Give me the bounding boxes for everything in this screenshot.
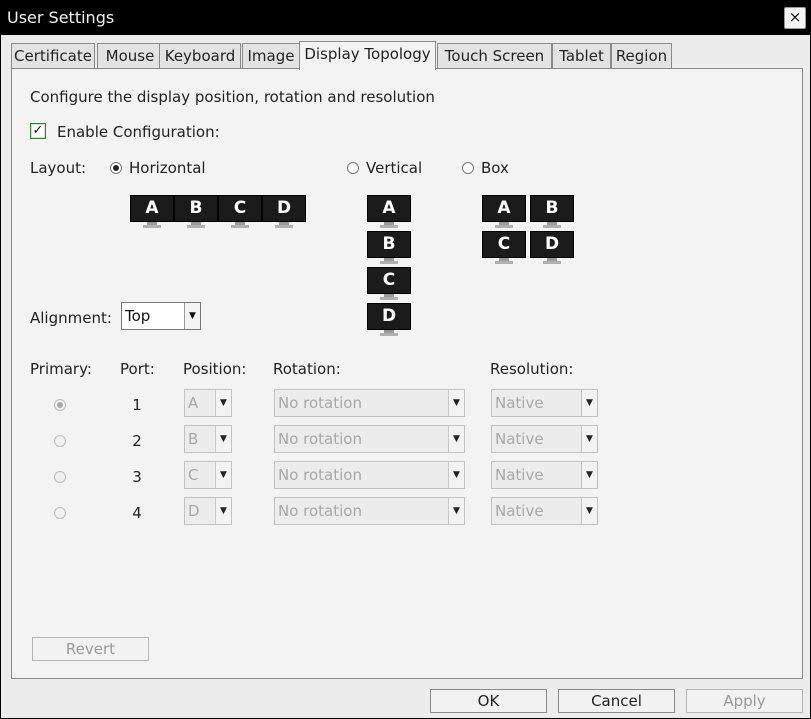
resolution-dropdown-port-3[interactable]: Native ▼ — [491, 461, 598, 489]
user-settings-window: User Settings × Certificate Mouse Keyboa… — [0, 0, 811, 719]
window-title: User Settings — [7, 8, 115, 27]
monitor-icon: A — [367, 195, 411, 229]
tab-certificate[interactable]: Certificate — [11, 43, 95, 69]
monitor-icon: A — [130, 195, 174, 229]
chevron-down-icon: ▼ — [184, 303, 200, 329]
chevron-down-icon: ▼ — [448, 462, 464, 488]
tab-region[interactable]: Region — [611, 43, 672, 69]
rotation-value: No rotation — [278, 466, 362, 484]
resolution-dropdown-port-4[interactable]: Native ▼ — [491, 497, 598, 525]
enable-configuration-label: Enable Configuration: — [57, 123, 220, 141]
position-dropdown-port-2[interactable]: B ▼ — [184, 425, 232, 453]
chevron-down-icon: ▼ — [448, 390, 464, 416]
position-value: A — [188, 394, 199, 412]
chevron-down-icon: ▼ — [581, 426, 597, 452]
close-icon: × — [788, 8, 802, 26]
chevron-down-icon: ▼ — [448, 426, 464, 452]
layout-horizontal-radio[interactable] — [110, 162, 122, 174]
tab-mouse[interactable]: Mouse — [97, 43, 163, 69]
chevron-down-icon: ▼ — [215, 390, 231, 416]
alignment-value: Top — [125, 307, 151, 325]
tab-keyboard[interactable]: Keyboard — [159, 43, 241, 69]
monitor-icon: C — [367, 267, 411, 301]
tab-tablet[interactable]: Tablet — [552, 43, 611, 69]
position-dropdown-port-3[interactable]: C ▼ — [184, 461, 232, 489]
rotation-value: No rotation — [278, 502, 362, 520]
position-dropdown-port-4[interactable]: D ▼ — [184, 497, 232, 525]
rotation-header: Rotation: — [273, 360, 341, 378]
resolution-dropdown-port-1[interactable]: Native ▼ — [491, 389, 598, 417]
title-bar: User Settings × — [1, 1, 810, 35]
monitor-icon: A — [482, 195, 526, 229]
rotation-dropdown-port-4[interactable]: No rotation ▼ — [274, 497, 465, 525]
rotation-value: No rotation — [278, 430, 362, 448]
monitor-icon: B — [530, 195, 574, 229]
chevron-down-icon: ▼ — [581, 390, 597, 416]
primary-radio-port-3[interactable] — [54, 471, 66, 483]
display-topology-panel: Configure the display position, rotation… — [11, 68, 803, 679]
layout-horizontal-label: Horizontal — [129, 159, 206, 177]
chevron-down-icon: ▼ — [581, 462, 597, 488]
layout-vertical-label: Vertical — [366, 159, 423, 177]
layout-box-radio[interactable] — [462, 162, 474, 174]
cancel-button[interactable]: Cancel — [558, 689, 675, 713]
chevron-down-icon: ▼ — [448, 498, 464, 524]
resolution-value: Native — [495, 394, 544, 412]
monitor-icon: B — [367, 231, 411, 265]
port-number: 3 — [132, 468, 142, 486]
monitor-icon: C — [482, 231, 526, 265]
primary-radio-port-2[interactable] — [54, 435, 66, 447]
layout-label: Layout: — [30, 159, 87, 177]
position-value: D — [188, 502, 200, 520]
chevron-down-icon: ▼ — [215, 462, 231, 488]
port-header: Port: — [120, 360, 155, 378]
close-button[interactable]: × — [784, 7, 806, 29]
position-value: B — [188, 430, 199, 448]
primary-header: Primary: — [30, 360, 92, 378]
check-icon: ✓ — [32, 123, 44, 138]
port-number: 2 — [132, 432, 142, 450]
revert-button[interactable]: Revert — [32, 637, 149, 661]
primary-radio-port-1[interactable] — [54, 399, 66, 411]
position-value: C — [188, 466, 199, 484]
rotation-value: No rotation — [278, 394, 362, 412]
layout-box-label: Box — [481, 159, 509, 177]
tab-touch-screen[interactable]: Touch Screen — [437, 43, 552, 69]
panel-description: Configure the display position, rotation… — [30, 88, 435, 106]
monitor-icon: D — [262, 195, 306, 229]
resolution-value: Native — [495, 502, 544, 520]
monitor-icon: D — [530, 231, 574, 265]
position-header: Position: — [183, 360, 247, 378]
ok-button[interactable]: OK — [430, 689, 547, 713]
monitor-icon: D — [367, 303, 411, 337]
chevron-down-icon: ▼ — [581, 498, 597, 524]
monitor-icon: C — [218, 195, 262, 229]
resolution-value: Native — [495, 430, 544, 448]
primary-radio-port-4[interactable] — [54, 507, 66, 519]
alignment-label: Alignment: — [30, 309, 112, 327]
port-number: 4 — [132, 504, 142, 522]
chevron-down-icon: ▼ — [215, 498, 231, 524]
enable-configuration-checkbox[interactable]: ✓ — [30, 123, 46, 139]
resolution-dropdown-port-2[interactable]: Native ▼ — [491, 425, 598, 453]
position-dropdown-port-1[interactable]: A ▼ — [184, 389, 232, 417]
alignment-dropdown[interactable]: Top ▼ — [121, 302, 201, 330]
rotation-dropdown-port-1[interactable]: No rotation ▼ — [274, 389, 465, 417]
tab-image[interactable]: Image — [242, 43, 300, 69]
resolution-header: Resolution: — [490, 360, 574, 378]
tab-display-topology[interactable]: Display Topology — [299, 41, 436, 70]
port-number: 1 — [132, 396, 142, 414]
monitor-icon: B — [174, 195, 218, 229]
chevron-down-icon: ▼ — [215, 426, 231, 452]
layout-vertical-radio[interactable] — [347, 162, 359, 174]
resolution-value: Native — [495, 466, 544, 484]
rotation-dropdown-port-2[interactable]: No rotation ▼ — [274, 425, 465, 453]
rotation-dropdown-port-3[interactable]: No rotation ▼ — [274, 461, 465, 489]
apply-button[interactable]: Apply — [686, 689, 803, 713]
